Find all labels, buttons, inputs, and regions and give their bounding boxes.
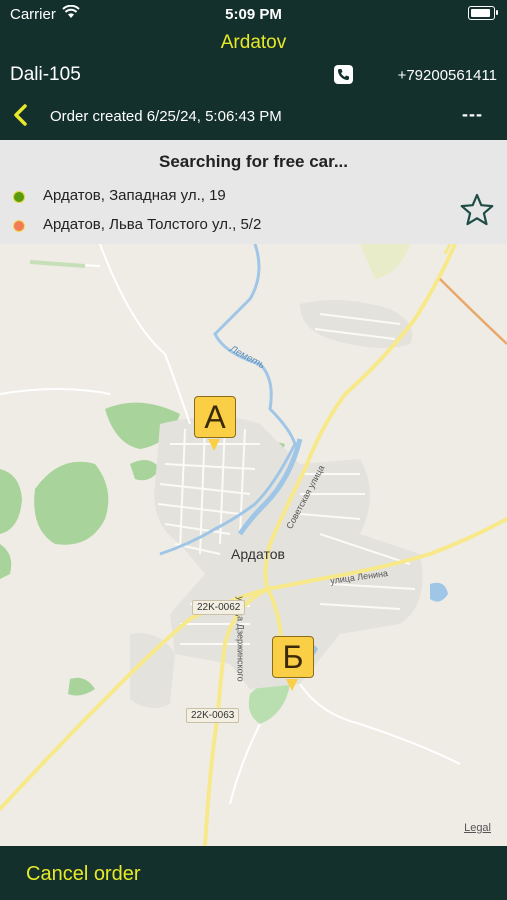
town-label: Ардатов xyxy=(231,546,285,562)
header: Carrier 5:09 PM Ardatov Dali-105 +792005… xyxy=(0,0,507,140)
destination-pin-tail xyxy=(286,679,298,691)
favorite-star-icon[interactable] xyxy=(459,193,495,232)
origin-dot-icon xyxy=(13,191,25,203)
back-chevron-icon[interactable] xyxy=(12,104,30,131)
road-badge: 22K-0063 xyxy=(186,708,240,723)
phone-number[interactable]: +79200561411 xyxy=(398,67,497,84)
cancel-order-button[interactable]: Cancel order xyxy=(26,863,141,886)
map-canvas xyxy=(0,244,507,846)
order-price: --- xyxy=(462,104,483,124)
city-title: Ardatov xyxy=(220,32,287,53)
pickup-pin-a[interactable]: А xyxy=(194,396,236,438)
map-view[interactable]: Ардатов Леметь Советская улица улица Лен… xyxy=(0,244,507,846)
destination-pin-b[interactable]: Б xyxy=(272,636,314,678)
destination-address: Ардатов, Льва Толстого ул., 5/2 xyxy=(43,216,262,233)
phone-icon[interactable] xyxy=(334,65,353,84)
destination-dot-icon xyxy=(13,220,25,232)
pickup-pin-tail xyxy=(208,439,220,451)
status-bar: Carrier 5:09 PM xyxy=(0,0,507,28)
road-badge: 22K-0062 xyxy=(192,600,246,615)
origin-address: Ардатов, Западная ул., 19 xyxy=(43,187,226,204)
footer-bar: Cancel order xyxy=(0,846,507,900)
legal-link[interactable]: Legal xyxy=(464,822,491,834)
clock: 5:09 PM xyxy=(225,6,282,23)
battery-icon xyxy=(468,6,498,20)
order-number: Dali-105 xyxy=(10,64,81,85)
search-status: Searching for free car... xyxy=(159,152,348,171)
order-created-time: Order created 6/25/24, 5:06:43 PM xyxy=(50,108,282,125)
